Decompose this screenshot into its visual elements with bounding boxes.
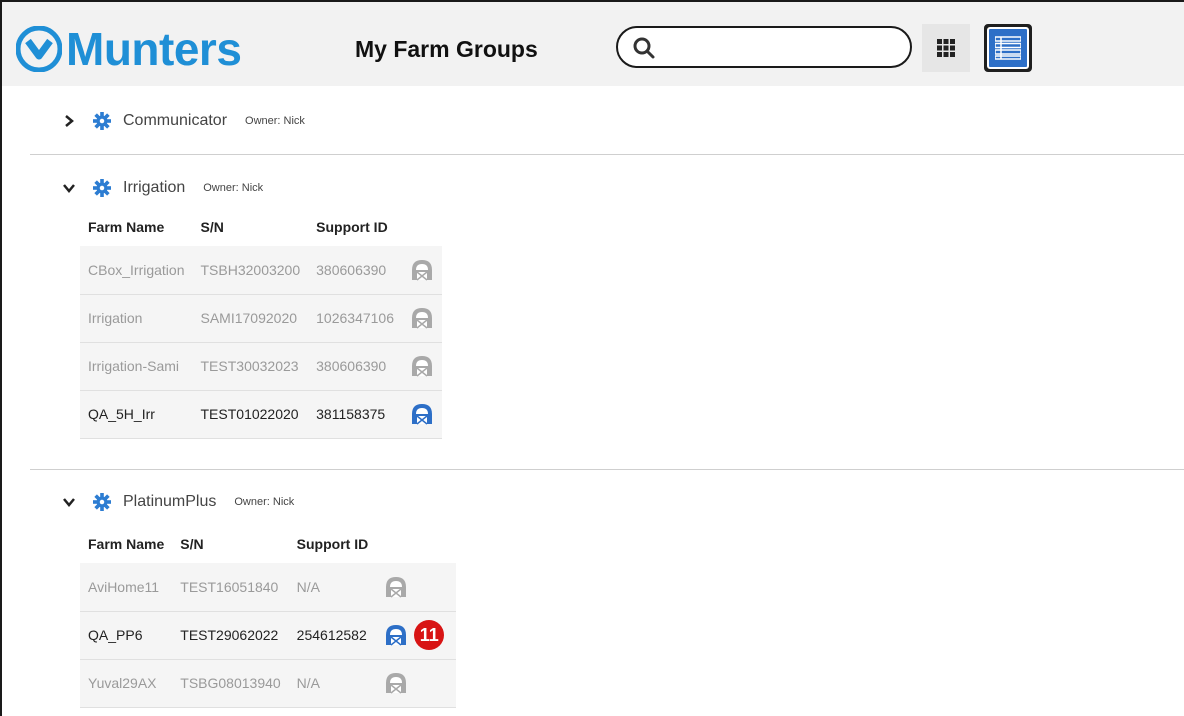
table-header-row: Farm Name S/N Support ID [80,525,456,563]
alarm-count-badge[interactable]: 11 [414,620,445,650]
column-header-sn[interactable]: S/N [172,525,288,563]
gear-icon[interactable] [93,112,111,130]
farm-icon-cell [402,294,443,343]
group-name: PlatinumPlus [123,493,217,510]
header: Munters My Farm Groups [2,2,1184,86]
group-divider [30,469,1184,470]
barn-icon[interactable] [410,402,434,426]
farm-name-cell: AviHome11 [80,563,173,612]
support-id-cell: 254612582 [288,611,377,660]
table-row[interactable]: Yuval29AX TSBG08013940 N/A [80,659,457,708]
farm-name-cell: Yuval29AX [80,659,173,708]
sn-cell: TEST30032023 [192,342,309,391]
farm-icon-cell [376,563,457,612]
column-header-farm-name[interactable]: Farm Name [80,208,193,246]
barn-icon[interactable] [410,306,434,330]
table-row[interactable]: AviHome11 TEST16051840 N/A [80,563,457,612]
table-row[interactable]: Irrigation-Sami TEST30032023 380606390 [80,342,443,391]
barn-icon[interactable] [410,354,434,378]
sn-cell: TSBH32003200 [192,246,309,295]
grid-view-button[interactable] [922,24,970,72]
column-header-support-id[interactable]: Support ID [308,208,402,246]
gear-icon[interactable] [93,493,111,511]
table-row[interactable]: Irrigation SAMI17092020 1026347106 [80,294,443,343]
farm-name-cell: QA_PP6 [80,611,173,660]
search-input[interactable] [664,34,894,60]
support-id-cell: 1026347106 [308,294,403,343]
column-header-support-id[interactable]: Support ID [289,525,377,563]
search-box[interactable] [616,26,912,68]
munters-logo[interactable]: Munters [16,23,242,75]
sn-cell: TEST01022020 [192,390,309,439]
page-title: My Farm Groups [355,36,538,62]
support-id-cell: 380606390 [308,246,403,295]
farm-icon-cell [402,390,443,439]
farm-icon-group: 11 [384,620,448,650]
farm-name-cell: CBox_Irrigation [80,246,193,295]
farm-table-irrigation: Farm Name S/N Support ID CBox_Irrigation… [80,208,443,439]
group-header-irrigation[interactable]: Irrigation Owner: Nick [62,177,263,199]
group-divider [30,154,1184,155]
app-frame: Munters My Farm Groups Communicator Owne… [0,0,1184,716]
table-row[interactable]: QA_5H_Irr TEST01022020 381158375 [80,390,443,439]
column-header-sn[interactable]: S/N [193,208,309,246]
munters-logo-icon [16,26,62,72]
support-id-cell: 381158375 [308,390,403,439]
group-owner: Owner: Nick [203,182,264,194]
sn-cell: SAMI17092020 [192,294,309,343]
sn-cell: TEST29062022 [172,611,289,660]
group-name: Communicator [123,112,228,129]
table-header-row: Farm Name S/N Support ID [80,208,442,246]
list-view-button-inner [987,27,1029,69]
barn-icon[interactable] [384,623,408,647]
column-header-icon [376,525,456,563]
chevron-down-icon[interactable] [62,495,76,509]
farm-icon-cell [376,659,457,708]
column-header-farm-name[interactable]: Farm Name [80,525,172,563]
support-id-cell: 380606390 [308,342,403,391]
farm-icon-cell: 11 [376,611,457,660]
barn-icon[interactable] [410,258,434,282]
list-view-button[interactable] [984,24,1032,72]
support-id-cell: N/A [288,659,377,708]
farm-table-platinumplus: Farm Name S/N Support ID AviHome11 TEST1… [80,525,457,708]
column-header-icon [402,208,442,246]
farm-name-cell: Irrigation [80,294,193,343]
chevron-down-icon[interactable] [62,181,76,195]
farm-name-cell: Irrigation-Sami [80,342,193,391]
group-owner: Owner: Nick [245,115,305,127]
gear-icon[interactable] [93,179,111,197]
barn-icon[interactable] [384,671,408,695]
farm-icon-cell [402,246,443,295]
group-header-communicator[interactable]: Communicator Owner: Nick [62,110,305,132]
farm-name-cell: QA_5H_Irr [80,390,193,439]
group-header-platinumplus[interactable]: PlatinumPlus Owner: Nick [62,491,294,513]
table-row[interactable]: CBox_Irrigation TSBH32003200 380606390 [80,246,443,295]
group-name: Irrigation [123,179,186,196]
search-icon [633,37,655,59]
support-id-cell: N/A [288,563,377,612]
chevron-right-icon[interactable] [62,114,76,128]
farm-icon-cell [402,342,443,391]
table-row[interactable]: QA_PP6 TEST29062022 254612582 11 [80,611,457,660]
group-owner: Owner: Nick [234,496,295,508]
brand-name: Munters [66,23,242,75]
list-icon [995,36,1021,60]
sn-cell: TEST16051840 [172,563,289,612]
sn-cell: TSBG08013940 [172,659,289,708]
barn-icon[interactable] [384,575,408,599]
grid-icon [937,39,955,57]
